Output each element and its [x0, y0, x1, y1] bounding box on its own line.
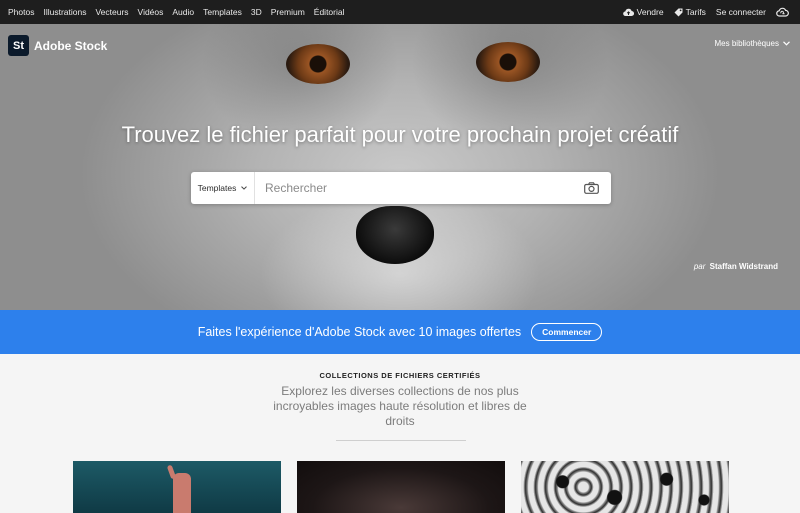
- nav-link-vectors[interactable]: Vecteurs: [95, 7, 128, 17]
- creative-cloud-link[interactable]: [776, 7, 792, 17]
- fox-left-eye: [286, 44, 350, 84]
- tag-icon: [674, 8, 683, 16]
- nav-link-videos[interactable]: Vidéos: [138, 7, 164, 17]
- logo-name: Adobe Stock: [34, 38, 108, 53]
- collections-title: COLLECTIONS DE FICHIERS CERTIFIÉS: [319, 371, 481, 380]
- divider: [336, 440, 466, 441]
- hero-background-image: [0, 24, 800, 310]
- sell-label: Vendre: [636, 7, 664, 17]
- search-bar: Templates: [191, 172, 611, 204]
- pricing-link[interactable]: Tarifs: [674, 7, 706, 17]
- hero-banner: St Adobe Stock Mes bibliothèques Trouvez…: [0, 24, 800, 310]
- search-category-label: Templates: [197, 183, 237, 193]
- chevron-down-icon: [241, 186, 248, 190]
- pricing-label: Tarifs: [685, 7, 706, 17]
- creative-cloud-icon: [776, 7, 789, 17]
- libraries-menu[interactable]: Mes bibliothèques: [715, 39, 790, 48]
- hero-headline: Trouvez le fichier parfait pour votre pr…: [121, 122, 679, 147]
- collection-card-3[interactable]: [521, 461, 729, 513]
- nav-link-premium[interactable]: Premium: [271, 7, 305, 17]
- collection-card-1[interactable]: [73, 461, 281, 513]
- photo-credit: par Staffan Widstrand: [694, 262, 778, 271]
- visual-search-button[interactable]: [571, 182, 611, 194]
- start-button[interactable]: Commencer: [531, 323, 603, 341]
- nav-link-3d[interactable]: 3D: [251, 7, 262, 17]
- collection-image-hand: [173, 473, 191, 513]
- logo-badge: St: [8, 35, 29, 56]
- promo-banner: Faites l'expérience d'Adobe Stock avec 1…: [0, 310, 800, 354]
- credit-prefix: par: [693, 262, 706, 271]
- nav-link-illustrations[interactable]: Illustrations: [43, 7, 86, 17]
- libraries-label: Mes bibliothèques: [714, 39, 779, 48]
- nav-link-audio[interactable]: Audio: [172, 7, 194, 17]
- account-nav: Vendre Tarifs Se connecter: [613, 7, 792, 17]
- asset-type-nav: Photos Illustrations Vecteurs Vidéos Aud…: [8, 7, 354, 17]
- nav-link-photos[interactable]: Photos: [8, 7, 34, 17]
- sell-link[interactable]: Vendre: [622, 7, 664, 17]
- top-navigation: Photos Illustrations Vecteurs Vidéos Aud…: [0, 0, 800, 24]
- collections-description: Explorez les diverses collections de nos…: [273, 384, 527, 428]
- adobe-stock-logo[interactable]: St Adobe Stock: [8, 35, 107, 56]
- cloud-upload-icon: [622, 8, 634, 16]
- camera-icon: [583, 182, 599, 194]
- nav-link-templates[interactable]: Templates: [203, 7, 242, 17]
- fox-right-eye: [476, 42, 540, 82]
- nav-link-editorial[interactable]: Éditorial: [314, 7, 345, 17]
- fox-nose: [356, 206, 434, 264]
- collection-card-2[interactable]: [297, 461, 505, 513]
- credit-author-link[interactable]: Staffan Widstrand: [710, 262, 778, 271]
- promo-text: Faites l'expérience d'Adobe Stock avec 1…: [197, 325, 522, 339]
- chevron-down-icon: [783, 41, 790, 46]
- search-input[interactable]: [255, 172, 571, 204]
- signin-link[interactable]: Se connecter: [716, 7, 766, 17]
- search-category-select[interactable]: Templates: [191, 172, 255, 204]
